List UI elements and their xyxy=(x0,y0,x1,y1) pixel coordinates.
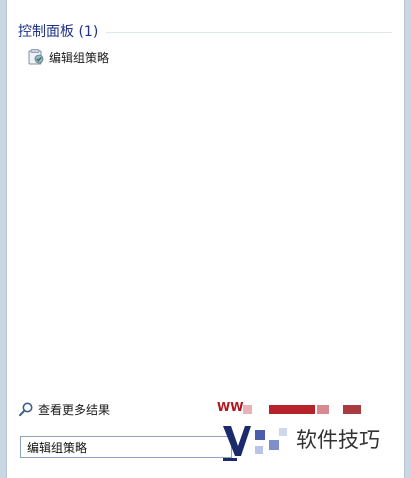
watermark-pixel-blocks xyxy=(243,405,361,414)
result-item-edit-group-policy[interactable]: 编辑组策略 xyxy=(27,46,227,68)
watermark-site-prefix: WW xyxy=(217,400,244,414)
group-divider xyxy=(106,31,392,33)
group-policy-icon xyxy=(28,49,44,65)
search-results-list: 控制面板 (1) 编辑组策略 xyxy=(7,0,404,390)
search-input[interactable] xyxy=(20,436,232,458)
see-more-label: 查看更多结果 xyxy=(38,402,111,417)
result-group-header[interactable]: 控制面板 (1) xyxy=(18,21,392,41)
start-menu-panel: 控制面板 (1) 编辑组策略 查看更多结果 WW xyxy=(6,0,405,478)
result-item-label: 编辑组策略 xyxy=(49,50,110,65)
search-icon xyxy=(19,402,33,417)
see-more-results-link[interactable]: 查看更多结果 xyxy=(18,399,110,419)
group-title: 控制面板 (1) xyxy=(18,24,99,40)
shutdown-area xyxy=(213,432,406,464)
